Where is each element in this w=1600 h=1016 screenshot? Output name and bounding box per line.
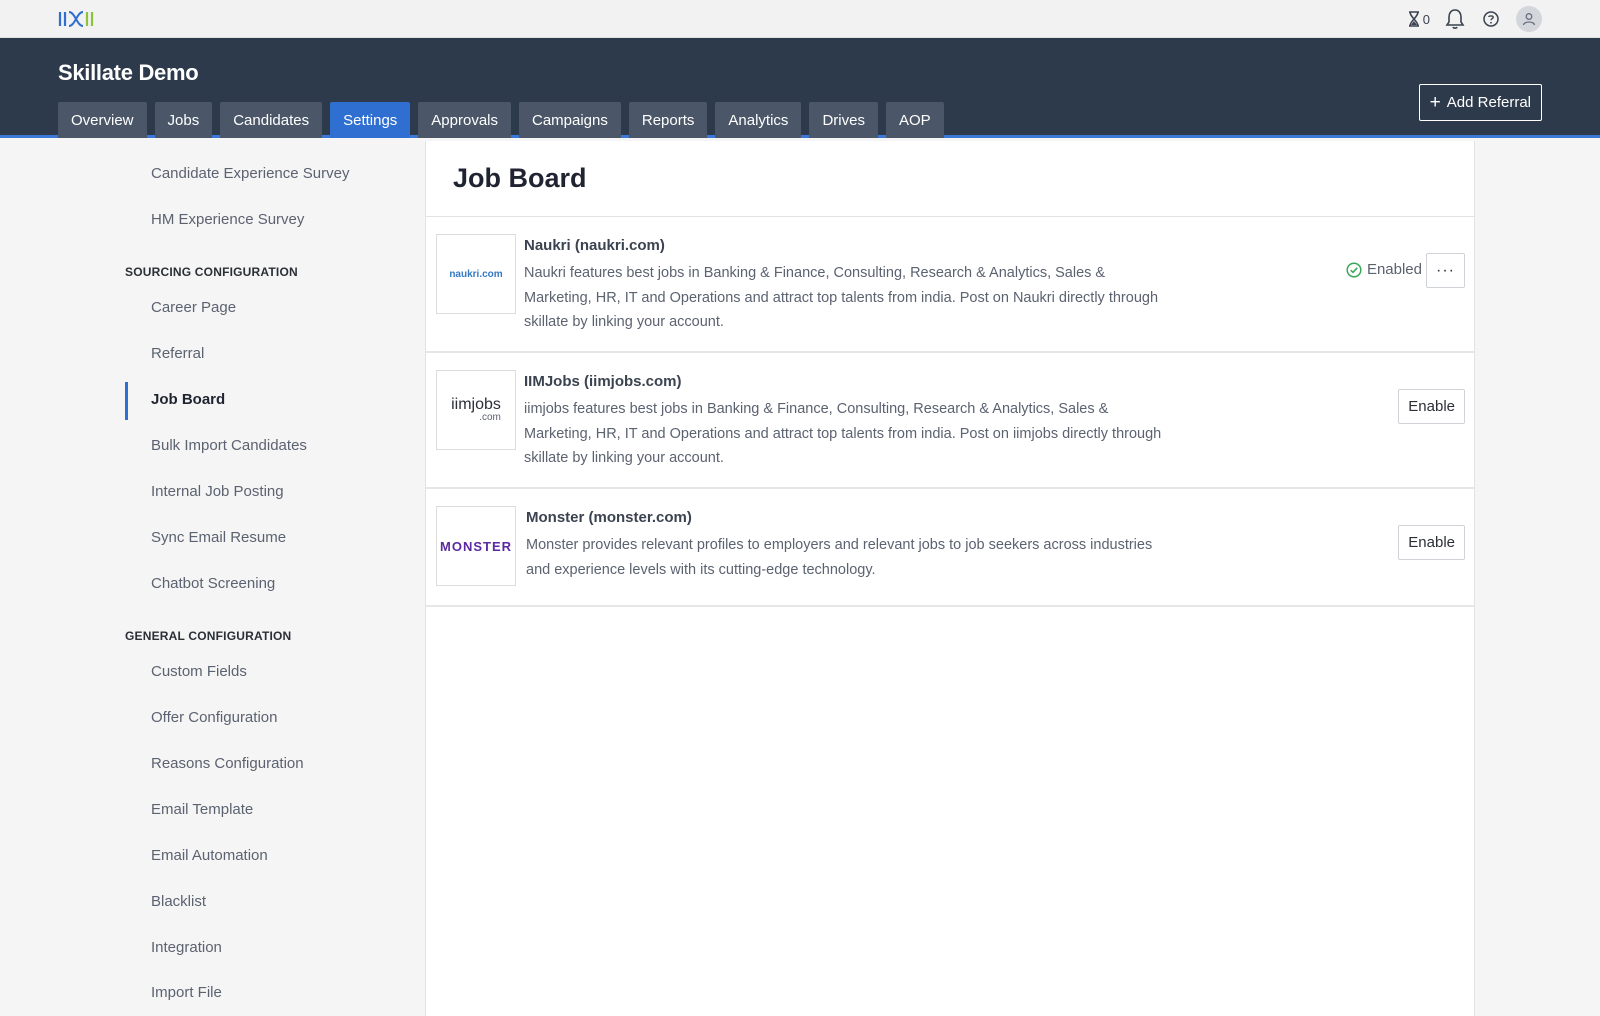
job-board-name: IIMJobs (iimjobs.com) — [524, 373, 682, 390]
sidebar-item-offer-configuration[interactable]: Offer Configuration — [151, 709, 277, 726]
iimjobs-logo-subtext: .com — [479, 412, 501, 423]
job-board-row-monster: MONSTER Monster (monster.com) Monster pr… — [426, 489, 1474, 607]
job-board-panel: Job Board naukri.com Naukri (naukri.com)… — [425, 141, 1475, 1016]
tab-approvals[interactable]: Approvals — [418, 102, 511, 138]
top-bar-icons: 0 — [1407, 6, 1542, 32]
naukri-logo-text: naukri.com — [449, 268, 503, 280]
tab-aop[interactable]: AOP — [885, 102, 944, 138]
enable-monster-button[interactable]: Enable — [1398, 525, 1465, 560]
check-circle-icon — [1346, 261, 1362, 278]
help-circle-icon — [1483, 11, 1499, 27]
monster-logo: MONSTER — [436, 506, 516, 586]
job-board-row-naukri: naukri.com Naukri (naukri.com) Naukri fe… — [426, 217, 1474, 353]
more-options-button[interactable]: ··· — [1426, 253, 1465, 288]
job-board-row-iimjobs: iimjobs .com IIMJobs (iimjobs.com) iimjo… — [426, 353, 1474, 489]
top-bar: 0 — [0, 0, 1600, 38]
sidebar-item-hm-experience-survey[interactable]: HM Experience Survey — [151, 211, 304, 228]
sidebar-item-referral[interactable]: Referral — [151, 345, 204, 362]
sidebar-item-chatbot-screening[interactable]: Chatbot Screening — [151, 575, 275, 592]
job-board-description: Naukri features best jobs in Banking & F… — [524, 265, 1159, 330]
help-button[interactable] — [1480, 8, 1502, 30]
tab-jobs[interactable]: Jobs — [154, 102, 213, 138]
organization-title: Skillate Demo — [58, 60, 199, 85]
sidebar-item-reasons-configuration[interactable]: Reasons Configuration — [151, 755, 304, 772]
sidebar-item-bulk-import-candidates[interactable]: Bulk Import Candidates — [151, 437, 307, 454]
hourglass-icon — [1408, 11, 1419, 27]
job-board-description: Monster provides relevant profiles to em… — [526, 537, 1153, 578]
sidebar-active-indicator — [125, 382, 128, 420]
app-header: Skillate Demo Overview Jobs Candidates S… — [0, 38, 1600, 138]
notifications-button[interactable] — [1444, 8, 1466, 30]
job-board-name: Naukri (naukri.com) — [524, 237, 665, 254]
tab-campaigns[interactable]: Campaigns — [519, 102, 621, 138]
tab-candidates[interactable]: Candidates — [220, 102, 323, 138]
add-referral-label: Add Referral — [1446, 94, 1531, 111]
sidebar-item-internal-job-posting[interactable]: Internal Job Posting — [151, 483, 284, 500]
enable-iimjobs-button[interactable]: Enable — [1398, 389, 1465, 424]
plus-icon: + — [1429, 92, 1441, 113]
sidebar-item-custom-fields[interactable]: Custom Fields — [151, 663, 247, 680]
sidebar-item-career-page[interactable]: Career Page — [151, 299, 236, 316]
sidebar-item-job-board[interactable]: Job Board — [151, 391, 225, 408]
tab-settings[interactable]: Settings — [330, 102, 411, 138]
more-options-icon: ··· — [1436, 261, 1455, 279]
iimjobs-logo: iimjobs .com — [436, 370, 516, 450]
user-icon — [1522, 13, 1536, 26]
main-nav-tabs: Overview Jobs Candidates Settings Approv… — [58, 102, 944, 138]
sidebar-item-candidate-experience-survey[interactable]: Candidate Experience Survey — [151, 165, 349, 182]
sidebar-item-email-automation[interactable]: Email Automation — [151, 847, 268, 864]
tab-analytics[interactable]: Analytics — [715, 102, 802, 138]
bell-icon — [1445, 9, 1465, 29]
skillate-logo-icon[interactable] — [58, 8, 94, 30]
sidebar-section-general: GENERAL CONFIGURATION — [125, 629, 292, 643]
job-board-description: iimjobs features best jobs in Banking & … — [524, 401, 1162, 466]
tab-drives[interactable]: Drives — [809, 102, 878, 138]
sidebar-item-blacklist[interactable]: Blacklist — [151, 893, 206, 910]
sidebar-item-email-template[interactable]: Email Template — [151, 801, 253, 818]
naukri-logo: naukri.com — [436, 234, 516, 314]
user-avatar[interactable] — [1516, 6, 1542, 32]
timer-count: 0 — [1422, 11, 1430, 27]
tab-overview[interactable]: Overview — [58, 102, 147, 138]
sidebar-item-import-file[interactable]: Import File — [151, 984, 222, 1001]
sidebar-item-integration[interactable]: Integration — [151, 939, 222, 956]
job-board-name: Monster (monster.com) — [526, 509, 692, 526]
enabled-status-label: Enabled — [1366, 261, 1422, 278]
monster-logo-text: MONSTER — [440, 538, 512, 554]
enabled-status: Enabled — [1346, 261, 1422, 278]
sidebar-section-sourcing: SOURCING CONFIGURATION — [125, 265, 298, 279]
add-referral-button[interactable]: + Add Referral — [1418, 84, 1542, 121]
settings-sidebar: Candidate Experience Survey HM Experienc… — [0, 141, 425, 1016]
timer-indicator[interactable]: 0 — [1407, 11, 1430, 27]
sidebar-item-sync-email-resume[interactable]: Sync Email Resume — [151, 529, 286, 546]
tab-reports[interactable]: Reports — [628, 102, 708, 138]
iimjobs-logo-text: iimjobs — [451, 396, 501, 413]
page-title: Job Board — [453, 163, 587, 193]
